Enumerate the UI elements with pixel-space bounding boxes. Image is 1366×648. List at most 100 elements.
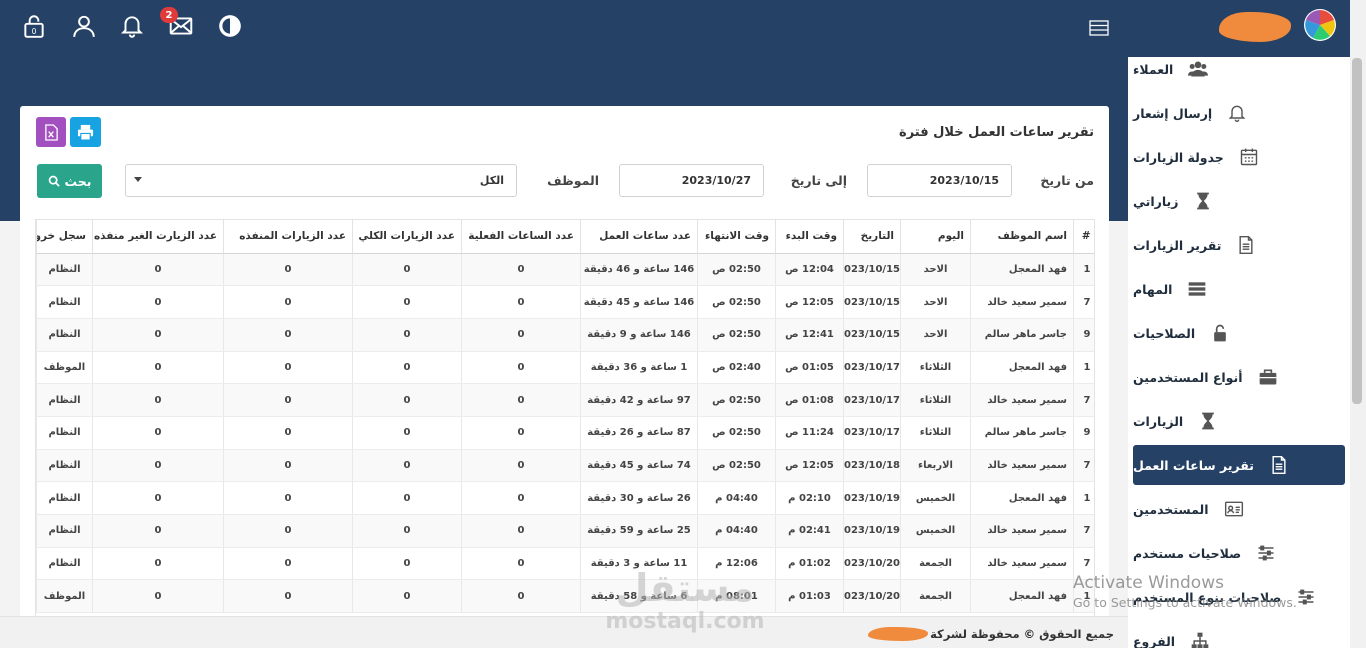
table-cell: الاحد (900, 318, 971, 352)
table-cell: الموظف (36, 351, 93, 385)
table-cell: 0 (352, 514, 462, 548)
table-cell: 146 ساعة و 45 دقيقة (580, 285, 698, 319)
document-icon (1268, 454, 1290, 476)
table-cell: 02:50 ص (697, 449, 776, 483)
user-icon[interactable] (70, 12, 98, 40)
table-cell: الاربعاء (900, 449, 971, 483)
search-button[interactable]: بحث (37, 164, 102, 198)
table-cell: 0 (461, 579, 581, 614)
tasks-icon (1186, 278, 1208, 300)
table-cell: 25 ساعة و 59 دقيقة (580, 514, 698, 548)
sitemap-icon (1189, 630, 1211, 648)
table-cell: الاحد (900, 253, 971, 287)
bell-icon (1226, 102, 1248, 124)
footer: جميع الحقوق © محفوظة لشركة (0, 616, 1128, 648)
users-icon (1187, 58, 1209, 80)
column-header[interactable]: عدد الزيارات المنفذه (223, 220, 353, 254)
sidebar-item-label: تقرير ساعات العمل (1133, 457, 1254, 473)
table-cell: 1 ساعة و 36 دقيقة (580, 351, 698, 385)
table-cell: الموظف (36, 579, 93, 614)
column-header[interactable]: # (1073, 220, 1094, 254)
sidebar-item-4[interactable]: زياراتي (1133, 181, 1345, 221)
watermark-arabic: مستقل (615, 566, 755, 610)
table-cell: 01:02 م (775, 547, 844, 581)
sidebar-item-9[interactable]: الزيارات (1133, 401, 1345, 441)
sidebar-item-10[interactable]: تقرير ساعات العمل (1133, 445, 1345, 485)
table-row: 7سمير سعيد خالدالثلاثاء2023/10/1701:08 ص… (36, 383, 1094, 417)
activate-windows-subtitle: Go to Settings to activate Windows. (1073, 595, 1297, 610)
table-cell: 0 (352, 285, 462, 319)
sidebar-item-2[interactable]: إرسال إشعار (1133, 93, 1345, 133)
table-cell: 1 (1073, 351, 1094, 385)
sidebar-item-12[interactable]: صلاحيات مستخدم (1133, 533, 1345, 573)
table-cell: 0 (461, 285, 581, 319)
table-cell: 0 (461, 253, 581, 287)
sidebar-item-label: زياراتي (1133, 193, 1179, 209)
watermark: مستقل mostaql.com (600, 566, 770, 636)
column-header[interactable]: وقت الانتهاء (697, 220, 776, 254)
employee-select[interactable]: الكل (125, 164, 517, 197)
column-header[interactable]: عدد الساعات الفعلية (461, 220, 581, 254)
column-header[interactable]: عدد الزيارت الغير منفذه (92, 220, 224, 254)
sidebar-item-8[interactable]: أنواع المستخدمين (1133, 357, 1345, 397)
scrollbar-thumb[interactable] (1352, 58, 1362, 404)
column-header[interactable]: اسم الموظف (970, 220, 1074, 254)
table-cell: 9 (1073, 416, 1094, 450)
table-cell: 87 ساعة و 26 دقيقة (580, 416, 698, 450)
table-cell: 0 (92, 449, 224, 483)
table-cell: سمير سعيد خالد (970, 449, 1074, 483)
table-cell: الثلاثاء (900, 383, 971, 417)
table-cell: 01:08 ص (775, 383, 844, 417)
table-cell: 7 (1073, 383, 1094, 417)
column-header[interactable]: عدد الزيارات الكلي (352, 220, 462, 254)
activate-windows-title: Activate Windows (1073, 573, 1224, 593)
sidebar-item-label: الصلاحيات (1133, 325, 1196, 341)
table-cell: النظام (36, 514, 93, 548)
table-row: 7سمير سعيد خالدالاربعاء2023/10/1812:05 ص… (36, 449, 1094, 483)
sidebar-item-7[interactable]: الصلاحيات (1133, 313, 1345, 353)
bell-icon[interactable] (118, 12, 146, 40)
print-button[interactable] (70, 117, 101, 147)
sidebar-item-11[interactable]: المستخدمين (1133, 489, 1345, 529)
menu-toggle-icon[interactable] (1089, 20, 1109, 36)
company-name-redacted (868, 627, 929, 641)
table-cell: 0 (352, 416, 462, 450)
table-cell: 0 (223, 253, 353, 287)
sidebar-item-6[interactable]: المهام (1133, 269, 1345, 309)
table-cell: 0 (352, 449, 462, 483)
column-header[interactable]: وقت البدء (775, 220, 844, 254)
sidebar-item-5[interactable]: تقرير الزيارات (1133, 225, 1345, 265)
table-cell: 0 (223, 547, 353, 581)
sidebar-item-14[interactable]: الفروع (1133, 621, 1345, 648)
column-header[interactable]: عدد ساعات العمل (580, 220, 698, 254)
calendar-icon (1238, 146, 1260, 168)
table-cell: 12:04 ص (775, 253, 844, 287)
table-cell: 12:05 ص (775, 449, 844, 483)
table-cell: 146 ساعة و 46 دقيقة (580, 253, 698, 287)
table-cell: 2023/10/18 (843, 449, 901, 483)
table-cell: 0 (223, 449, 353, 483)
export-excel-button[interactable] (36, 117, 66, 147)
table-cell: 02:10 م (775, 481, 844, 515)
column-header[interactable]: اليوم (900, 220, 971, 254)
contrast-icon[interactable] (216, 12, 244, 40)
sidebar-item-1[interactable]: العملاء (1133, 57, 1345, 89)
column-header[interactable]: سجل خروج (36, 220, 93, 254)
to-date-input[interactable]: 2023/10/27 (619, 164, 764, 197)
from-date-label: من تاريخ (1040, 173, 1094, 188)
table-cell: 0 (461, 416, 581, 450)
sidebar-item-label: إرسال إشعار (1133, 105, 1213, 121)
company-logo[interactable] (1303, 8, 1337, 42)
table-cell: فهد المعجل (970, 579, 1074, 614)
unlock-icon (1209, 322, 1231, 344)
sidebar-item-3[interactable]: جدولة الزيارات (1133, 137, 1345, 177)
table-row: 7سمير سعيد خالدالخميس2023/10/1902:41 م04… (36, 514, 1094, 548)
from-date-input[interactable]: 2023/10/15 (867, 164, 1012, 197)
lock-icon[interactable]: 0 (20, 12, 48, 40)
table-cell: 1 (1073, 481, 1094, 515)
table-cell: النظام (36, 253, 93, 287)
table-cell: 2023/10/15 (843, 285, 901, 319)
column-header[interactable]: التاريخ (843, 220, 901, 254)
table-cell: النظام (36, 285, 93, 319)
table-cell: الثلاثاء (900, 351, 971, 385)
